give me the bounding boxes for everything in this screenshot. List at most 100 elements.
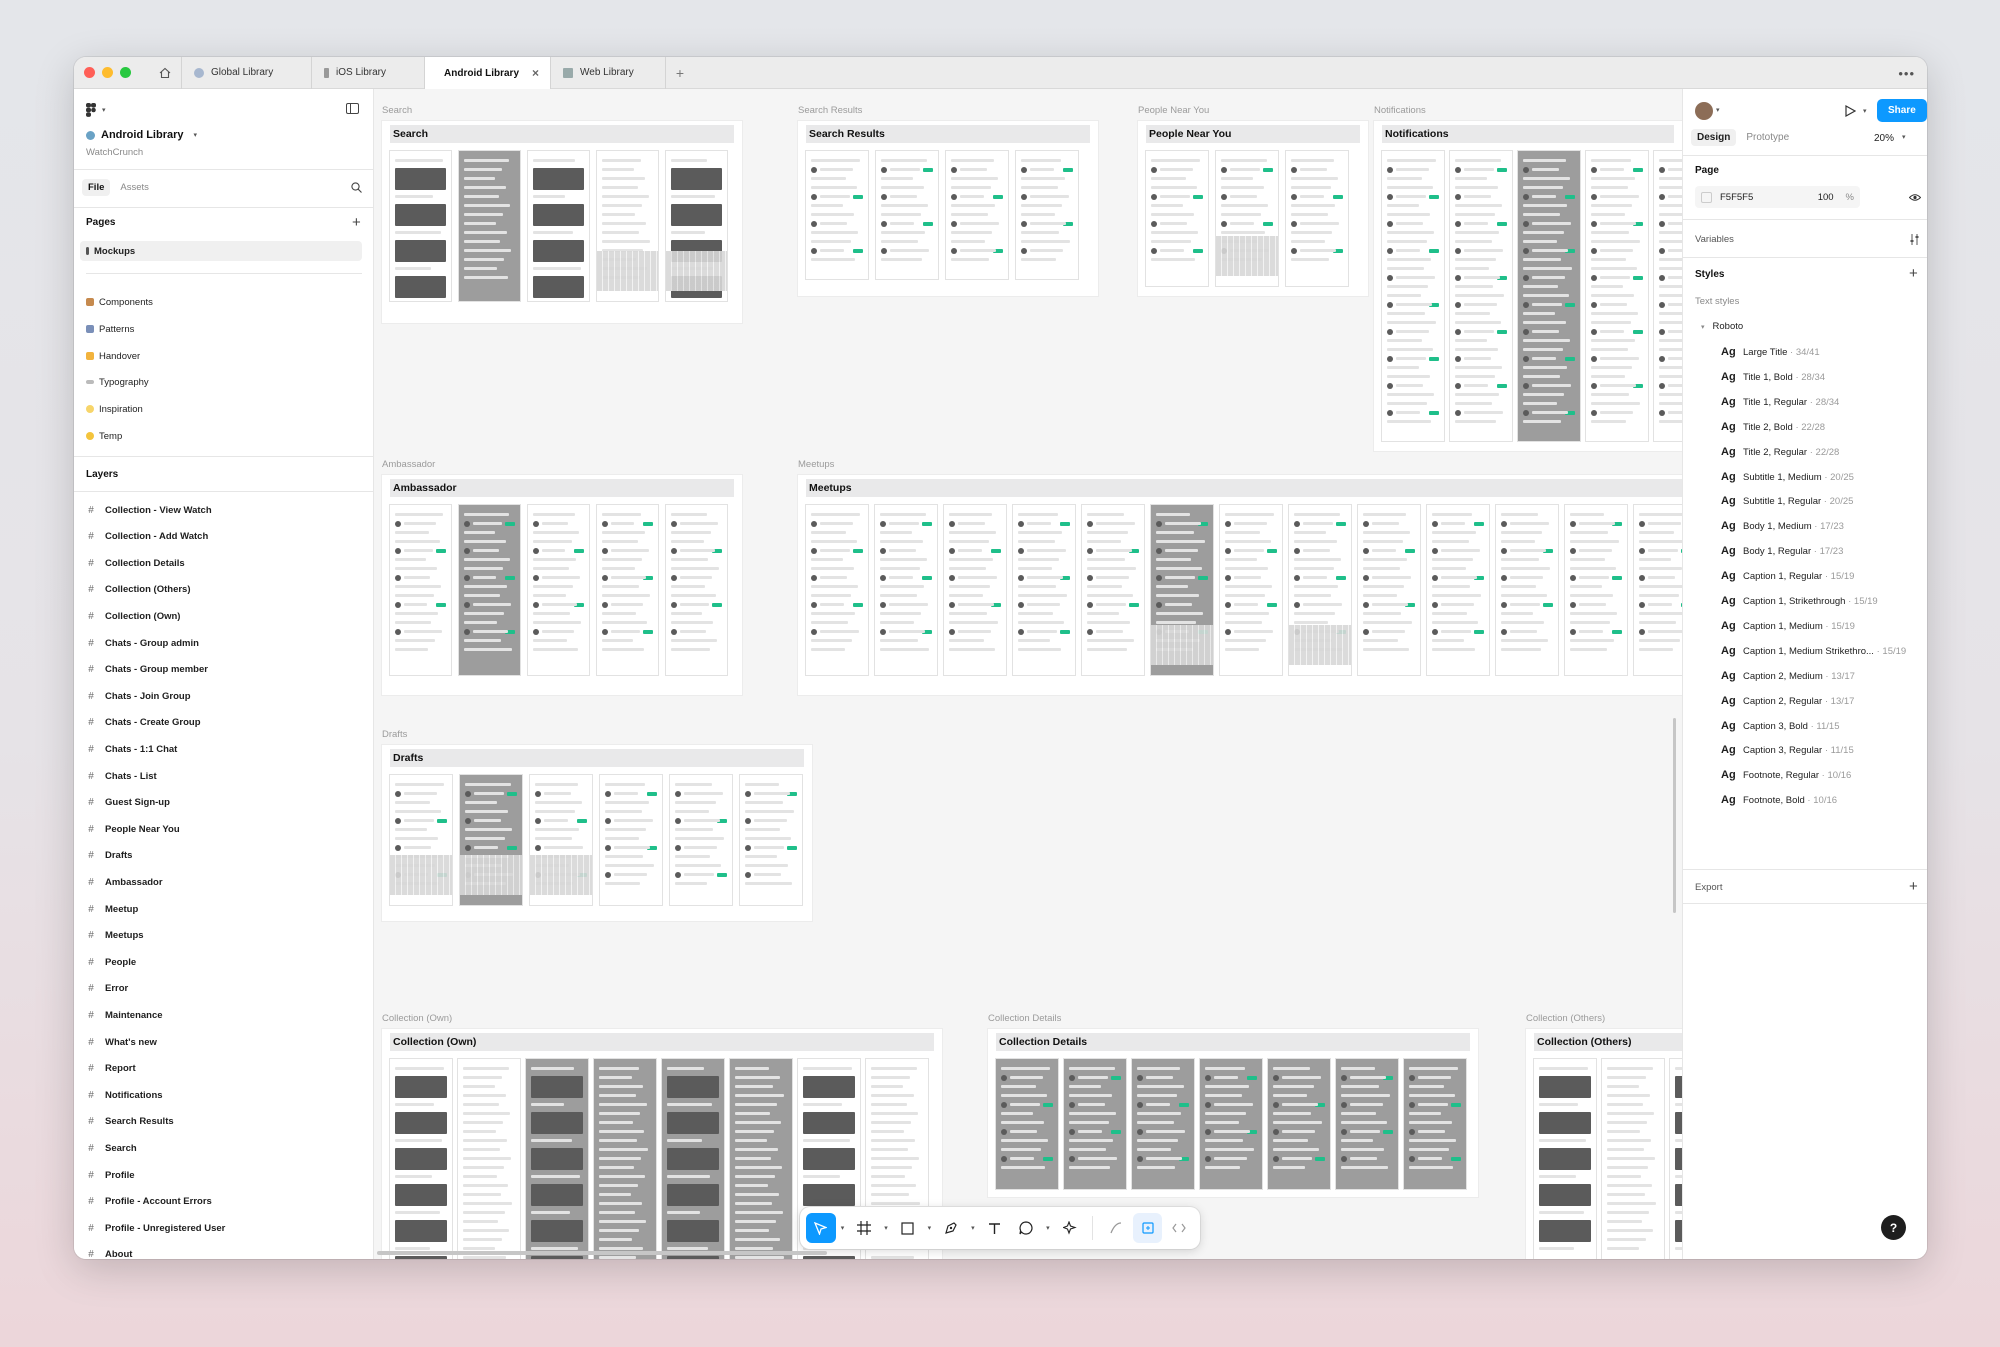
layer-item[interactable]: # Collection - View Watch xyxy=(86,500,211,520)
text-style-item[interactable]: Ag Caption 1, Regular · 15/19 xyxy=(1721,570,1854,582)
dev-mode-button[interactable] xyxy=(1164,1213,1194,1243)
phone-screen-thumbnail[interactable] xyxy=(390,505,451,675)
chevron-down-icon[interactable]: ▾ xyxy=(968,1224,978,1232)
phone-screen-thumbnail[interactable] xyxy=(1286,151,1348,286)
page-item-handover[interactable]: Handover xyxy=(80,346,362,366)
phone-screen-thumbnail[interactable] xyxy=(875,505,937,675)
zoom-control[interactable]: 20% ▾ xyxy=(1874,133,1906,144)
layer-item[interactable]: # What's new xyxy=(86,1032,157,1052)
section-collection-others[interactable]: Collection (Others) xyxy=(1526,1029,1682,1259)
phone-screen-thumbnail[interactable] xyxy=(666,151,727,301)
font-group-roboto[interactable]: ▾ Roboto xyxy=(1701,321,1743,332)
phone-screen-thumbnail[interactable] xyxy=(1586,151,1648,441)
minimize-window-button[interactable] xyxy=(102,67,113,78)
phone-screen-thumbnail[interactable] xyxy=(526,1059,588,1259)
phone-screen-thumbnail[interactable] xyxy=(1151,505,1213,675)
variables-label[interactable]: Variables xyxy=(1695,234,1734,245)
page-item-patterns[interactable]: Patterns xyxy=(80,319,362,339)
layer-item[interactable]: # Collection (Own) xyxy=(86,606,180,626)
layer-item[interactable]: # Notifications xyxy=(86,1085,162,1105)
layer-item[interactable]: # Profile xyxy=(86,1165,134,1185)
tab-file[interactable]: File xyxy=(82,179,111,196)
section-people-near-you[interactable]: People Near You xyxy=(1138,121,1368,296)
canvas[interactable]: Search Search Search Results Search Resu… xyxy=(374,89,1682,1259)
layer-item[interactable]: # Maintenance xyxy=(86,1005,162,1025)
phone-screen-thumbnail[interactable] xyxy=(459,151,520,301)
layer-item[interactable]: # Error xyxy=(86,979,128,999)
phone-screen-thumbnail[interactable] xyxy=(1427,505,1489,675)
layer-item[interactable]: # Collection (Others) xyxy=(86,580,190,600)
layer-item[interactable]: # Search xyxy=(86,1138,136,1158)
tab-prototype[interactable]: Prototype xyxy=(1740,129,1795,146)
phone-screen-thumbnail[interactable] xyxy=(1358,505,1420,675)
page-item-inspiration[interactable]: Inspiration xyxy=(80,399,362,419)
section-collection-details[interactable]: Collection Details xyxy=(988,1029,1478,1197)
text-style-item[interactable]: Ag Caption 1, Medium Strikethro... · 15/1… xyxy=(1721,645,1906,657)
phone-screen-thumbnail[interactable] xyxy=(1336,1059,1398,1189)
phone-screen-thumbnail[interactable] xyxy=(1146,151,1208,286)
phone-screen-thumbnail[interactable] xyxy=(600,775,662,905)
layer-item[interactable]: # Collection Details xyxy=(86,553,185,573)
draw-mode-button[interactable] xyxy=(1101,1213,1131,1243)
layer-item[interactable]: # Guest Sign-up xyxy=(86,793,170,813)
text-style-item[interactable]: Ag Caption 2, Regular · 13/17 xyxy=(1721,695,1854,707)
layer-item[interactable]: # Profile - Account Errors xyxy=(86,1192,212,1212)
text-style-item[interactable]: Ag Title 1, Regular · 28/34 xyxy=(1721,396,1839,408)
phone-screen-thumbnail[interactable] xyxy=(458,1059,520,1259)
page-item-typography[interactable]: Typography xyxy=(80,372,362,392)
layer-item[interactable]: # About xyxy=(86,1245,132,1259)
tab-android-library[interactable]: Android Library × xyxy=(425,57,551,90)
tab-web-library[interactable]: Web Library xyxy=(551,57,666,89)
text-style-item[interactable]: Ag Footnote, Regular · 10/16 xyxy=(1721,769,1851,781)
page-item-components[interactable]: Components xyxy=(80,292,362,312)
page-color-input[interactable]: F5F5F5 100 % xyxy=(1695,186,1860,208)
sidebar-toggle-button[interactable] xyxy=(346,103,359,114)
layer-item[interactable]: # Profile - Unregistered User xyxy=(86,1218,225,1238)
layer-item[interactable]: # People Near You xyxy=(86,819,179,839)
color-swatch[interactable] xyxy=(1701,191,1712,203)
phone-screen-thumbnail[interactable] xyxy=(1200,1059,1262,1189)
phone-screen-thumbnail[interactable] xyxy=(670,775,732,905)
text-style-item[interactable]: Ag Caption 3, Regular · 11/15 xyxy=(1721,744,1854,756)
layer-item[interactable]: # Chats - 1:1 Chat xyxy=(86,739,177,759)
share-button[interactable]: Share xyxy=(1877,99,1927,122)
phone-screen-thumbnail[interactable] xyxy=(528,505,589,675)
tab-ios-library[interactable]: iOS Library xyxy=(312,57,425,89)
phone-screen-thumbnail[interactable] xyxy=(1382,151,1444,441)
phone-screen-thumbnail[interactable] xyxy=(662,1059,724,1259)
page-item-mockups[interactable]: Mockups xyxy=(80,241,362,261)
maximize-window-button[interactable] xyxy=(120,67,131,78)
phone-screen-thumbnail[interactable] xyxy=(1634,505,1682,675)
file-title[interactable]: Android Library ▾ xyxy=(86,129,197,141)
phone-screen-thumbnail[interactable] xyxy=(1404,1059,1466,1189)
text-style-item[interactable]: Ag Body 1, Medium · 17/23 xyxy=(1721,520,1844,532)
section-meetups[interactable]: Meetups xyxy=(798,475,1682,695)
new-tab-button[interactable]: + xyxy=(666,65,694,81)
text-style-item[interactable]: Ag Caption 1, Strikethrough · 15/19 xyxy=(1721,595,1878,607)
layer-item[interactable]: # Search Results xyxy=(86,1112,173,1132)
text-style-item[interactable]: Ag Subtitle 1, Medium · 20/25 xyxy=(1721,471,1854,483)
layer-item[interactable]: # People xyxy=(86,952,136,972)
chevron-down-icon[interactable]: ▾ xyxy=(881,1224,891,1232)
close-tab-icon[interactable]: × xyxy=(532,66,539,80)
layer-item[interactable]: # Chats - List xyxy=(86,766,157,786)
tab-global-library[interactable]: Global Library xyxy=(182,57,312,89)
layer-item[interactable]: # Drafts xyxy=(86,846,132,866)
phone-screen-thumbnail[interactable] xyxy=(730,1059,792,1259)
text-style-item[interactable]: Ag Title 1, Bold · 28/34 xyxy=(1721,371,1825,383)
phone-screen-thumbnail[interactable] xyxy=(806,151,868,279)
section-notifications[interactable]: Notifications xyxy=(1374,121,1682,451)
add-page-button[interactable]: + xyxy=(352,214,361,231)
phone-screen-thumbnail[interactable] xyxy=(996,1059,1058,1189)
chevron-down-icon[interactable]: ▾ xyxy=(838,1224,848,1232)
present-button[interactable] xyxy=(1845,104,1857,120)
layer-item[interactable]: # Meetups xyxy=(86,926,143,946)
chevron-down-icon[interactable]: ▾ xyxy=(924,1224,934,1232)
phone-screen-thumbnail[interactable] xyxy=(1016,151,1078,279)
help-button[interactable]: ? xyxy=(1881,1215,1906,1240)
page-opacity-value[interactable]: 100 xyxy=(1818,192,1834,203)
phone-screen-thumbnail[interactable] xyxy=(1132,1059,1194,1189)
phone-screen-thumbnail[interactable] xyxy=(1064,1059,1126,1189)
phone-screen-thumbnail[interactable] xyxy=(1654,151,1682,441)
phone-screen-thumbnail[interactable] xyxy=(946,151,1008,279)
